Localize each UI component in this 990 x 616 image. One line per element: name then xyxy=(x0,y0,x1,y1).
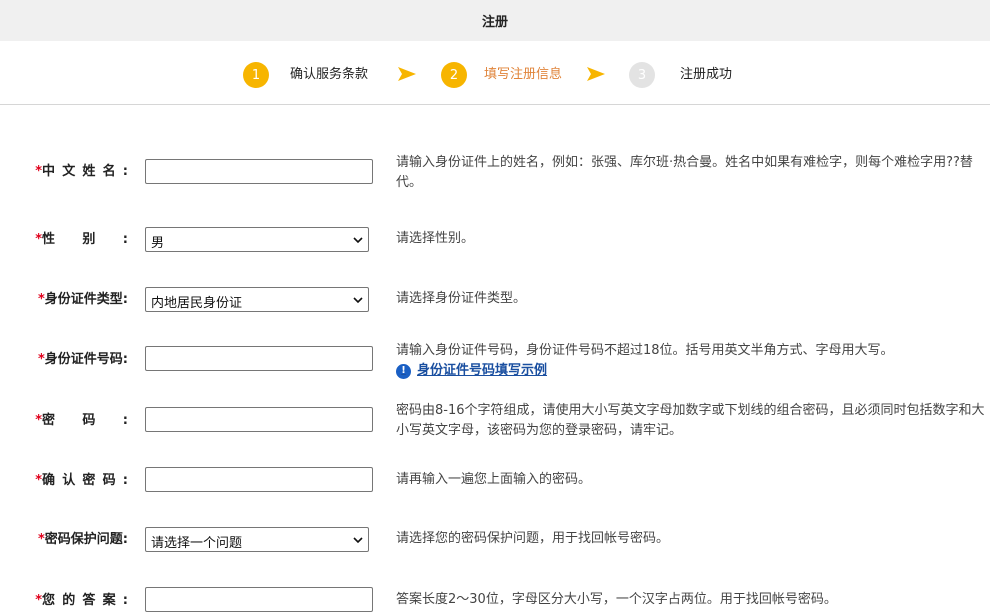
id-type-label: *身份证件类型: xyxy=(37,292,128,307)
security-answer-input[interactable] xyxy=(145,587,373,612)
step-arrow-icon xyxy=(587,67,605,81)
step-1-number: 1 xyxy=(243,62,269,88)
page-header: 注册 xyxy=(0,0,990,41)
page-title: 注册 xyxy=(481,15,508,30)
confirm-password-label: *确认密码: xyxy=(35,473,128,488)
security-answer-hint: 答案长度2～30位，字母区分大小写，一个汉字占两位。用于找回帐号密码。 xyxy=(396,592,837,607)
confirm-password-hint: 请再输入一遍您上面输入的密码。 xyxy=(396,472,592,487)
name-hint: 请输入身份证件上的姓名，例如：张强、库尔班·热合曼。姓名中如果有难检字，则每个难… xyxy=(396,155,973,190)
name-label: *中文姓名: xyxy=(35,164,128,179)
gender-select[interactable]: 男 xyxy=(145,227,369,252)
gender-selected-value: 男 xyxy=(151,236,165,251)
security-question-hint: 请选择您的密码保护问题，用于找回帐号密码。 xyxy=(396,531,670,546)
required-mark: * xyxy=(35,164,42,179)
gender-hint: 请选择性别。 xyxy=(396,231,475,246)
name-input[interactable] xyxy=(145,159,373,184)
id-number-label: *身份证件号码: xyxy=(37,352,128,367)
step-2-label: 填写注册信息 xyxy=(484,67,563,82)
password-hint: 密码由8-16个字符组成，请使用大小写英文字母加数字或下划线的组合密码，且必须同… xyxy=(396,403,985,438)
id-number-input[interactable] xyxy=(145,346,373,371)
security-question-label: *密码保护问题: xyxy=(37,532,128,547)
password-input[interactable] xyxy=(145,407,373,432)
security-answer-label: *您的答案: xyxy=(35,593,128,608)
chevron-down-icon xyxy=(353,237,363,244)
step-arrow-icon xyxy=(398,67,416,81)
gender-label: *性别: xyxy=(35,232,128,247)
id-number-example-link[interactable]: ! 身份证件号码填写示例 xyxy=(396,361,988,381)
id-type-selected-value: 内地居民身份证 xyxy=(151,296,243,311)
password-label: *密码: xyxy=(35,413,128,428)
id-type-hint: 请选择身份证件类型。 xyxy=(396,291,527,306)
id-type-select[interactable]: 内地居民身份证 xyxy=(145,287,369,312)
security-question-select[interactable]: 请选择一个问题 xyxy=(145,527,369,552)
step-2-number: 2 xyxy=(441,62,467,88)
step-3-label: 注册成功 xyxy=(680,67,733,82)
chevron-down-icon xyxy=(353,297,363,304)
step-3-number: 3 xyxy=(629,62,655,88)
id-number-hint: 请输入身份证件号码，身份证件号码不超过18位。括号用英文半角方式、字母用大写。 … xyxy=(396,341,988,381)
info-icon: ! xyxy=(396,363,411,379)
confirm-password-input[interactable] xyxy=(145,467,373,492)
chevron-down-icon xyxy=(353,537,363,544)
registration-steps: 1 确认服务条款 2 填写注册信息 3 注册成功 xyxy=(0,41,990,105)
step-1-label: 确认服务条款 xyxy=(290,67,369,82)
security-question-selected-value: 请选择一个问题 xyxy=(151,536,243,551)
